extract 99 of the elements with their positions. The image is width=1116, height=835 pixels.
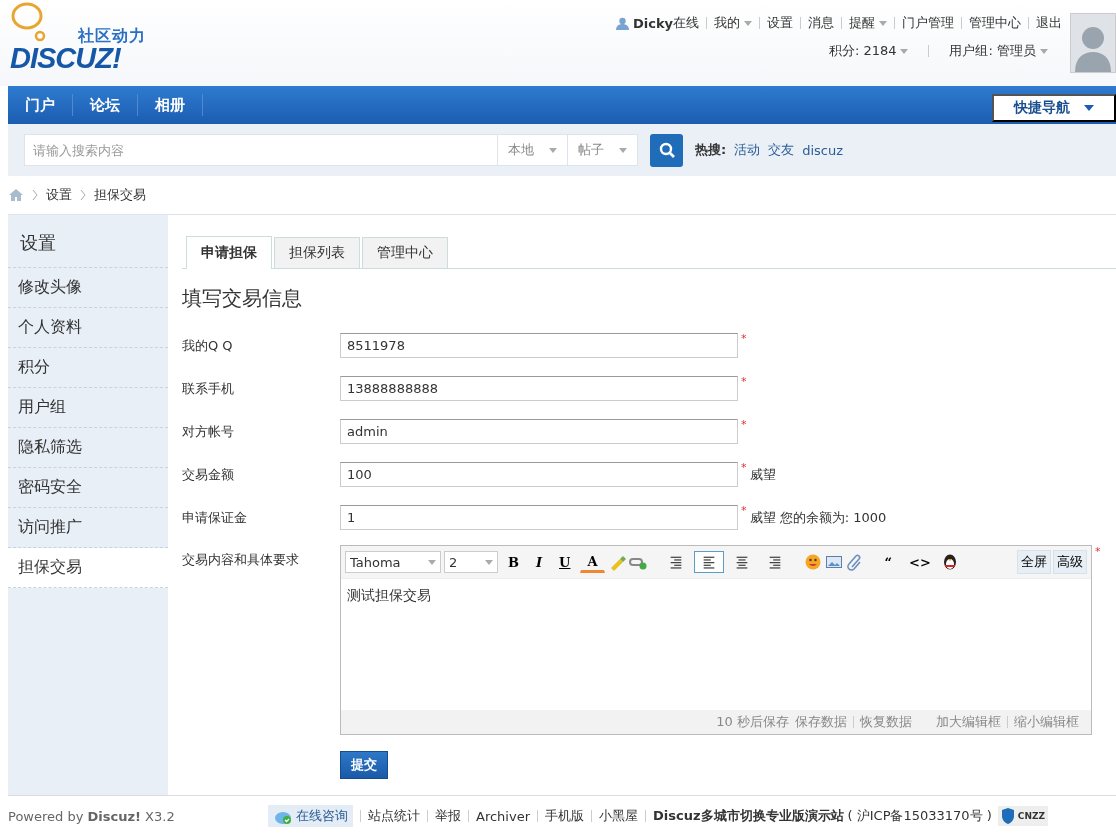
chevron-icon [32, 189, 38, 201]
chevron-icon [80, 189, 86, 201]
input-field[interactable]: admin [340, 419, 738, 444]
input-field[interactable]: 8511978 [340, 333, 738, 358]
user-menu-link[interactable]: 提醒 [849, 14, 887, 32]
tab[interactable]: 管理中心 [362, 237, 448, 268]
required-mark: * [741, 503, 747, 517]
footer-link[interactable]: 手机版 [545, 807, 584, 825]
required-mark: * [741, 460, 747, 474]
editor-mode-button[interactable]: 高级 [1053, 550, 1087, 574]
align-button[interactable] [693, 551, 724, 573]
search-button[interactable] [650, 133, 683, 167]
autosave-text: 10 秒后保存 [716, 713, 789, 731]
shield-icon [1000, 807, 1015, 825]
tab[interactable]: 担保列表 [274, 237, 360, 268]
powered-by-text: Powered by Discuz! X3.2 [8, 808, 176, 824]
submit-button[interactable]: 提交 [340, 751, 388, 779]
sidebar-item[interactable]: 用户组 [8, 388, 168, 428]
caret-icon [549, 147, 557, 153]
field-suffix: 威望 [749, 465, 776, 484]
site-name-link[interactable]: Discuz多城市切换专业版演示站 [653, 807, 844, 825]
scope-dropdown[interactable]: 本地 [498, 134, 568, 166]
format-button[interactable]: U [552, 551, 578, 573]
logo-tagline: 社区动力 [78, 26, 146, 47]
input-field[interactable]: 1 [340, 505, 738, 530]
required-mark: * [1095, 545, 1101, 558]
editor-mode-button[interactable]: 全屏 [1017, 550, 1051, 574]
person-icon [615, 16, 629, 30]
insert-button[interactable]: “ [877, 551, 899, 573]
image-icon [824, 553, 843, 571]
format-button[interactable]: A [580, 551, 605, 573]
user-menu-link[interactable]: 消息 [808, 14, 834, 32]
size-dropdown[interactable]: 2 [444, 551, 498, 573]
footer-link[interactable]: 举报 [435, 807, 461, 825]
field-label: 交易金额 [182, 465, 235, 484]
insert-button[interactable]: <> [902, 551, 938, 573]
home-icon [8, 188, 24, 202]
footer-link[interactable]: Archiver [476, 808, 530, 824]
required-mark: * [741, 331, 747, 345]
footer-link[interactable]: 站点统计 [368, 807, 420, 825]
sidebar-item[interactable]: 担保交易 [8, 548, 168, 588]
tab[interactable]: 申请担保 [186, 236, 272, 269]
user-menu-link[interactable]: 管理中心 [969, 14, 1021, 32]
nav-link[interactable]: 门户 [8, 94, 73, 116]
breadcrumb-link[interactable]: 担保交易 [94, 186, 146, 204]
form-title: 填写交易信息 [182, 285, 303, 312]
caret-icon [1084, 105, 1094, 111]
sidebar-item[interactable]: 积分 [8, 348, 168, 388]
stats-badge[interactable]: CNZZ [997, 806, 1049, 826]
user-stat-link[interactable]: 用户组: 管理员 [949, 42, 1048, 60]
field-label: 交易内容和具体要求 [182, 551, 300, 569]
online-status: 在线 [673, 14, 699, 30]
scope-dropdown[interactable]: 帖子 [568, 134, 638, 166]
caret-icon [619, 147, 627, 153]
quick-nav-button[interactable]: 快捷导航 [992, 94, 1116, 122]
username-link[interactable]: Dicky [632, 15, 673, 31]
user-menu-link[interactable]: 退出 [1036, 14, 1062, 32]
smiley-icon [803, 553, 822, 571]
user-stat-link[interactable]: 积分: 2184 [828, 42, 909, 60]
field-label: 联系手机 [182, 379, 235, 398]
caret-icon [900, 48, 909, 54]
field-suffix: 威望 您的余额为: 1000 [749, 508, 887, 527]
required-mark: * [741, 374, 747, 388]
required-mark: * [741, 417, 747, 431]
caret-icon [1040, 48, 1048, 54]
user-menu-link[interactable]: 我的 [714, 14, 752, 32]
field-label: 申请保证金 [182, 508, 248, 527]
paperclip-icon [845, 553, 864, 571]
breadcrumb-link[interactable]: 设置 [46, 186, 72, 204]
input-field[interactable]: 13888888888 [340, 376, 738, 401]
online-consult-button[interactable]: 在线咨询 [268, 805, 353, 827]
hot-search-link[interactable]: discuz [802, 142, 844, 158]
footer-link[interactable]: 小黑屋 [599, 807, 638, 825]
font-dropdown[interactable]: Tahoma [345, 551, 441, 573]
nav-link[interactable]: 论坛 [73, 94, 138, 116]
hot-search-label: 热搜: [695, 141, 727, 159]
sidebar-item[interactable]: 个人资料 [8, 308, 168, 348]
sidebar-item[interactable]: 密码安全 [8, 468, 168, 508]
hot-search-link[interactable]: 交友 [768, 141, 795, 159]
nav-link[interactable]: 相册 [138, 94, 203, 116]
field-label: 我的Q Q [182, 336, 234, 355]
input-field[interactable]: 100 [340, 462, 738, 487]
editor-text-area[interactable]: 测试担保交易 [341, 579, 1091, 710]
caret-icon [485, 559, 493, 565]
sidebar-title: 设置 [8, 215, 168, 268]
caret-icon [879, 20, 887, 26]
icp-link[interactable]: ( 沪ICP备15033170号 ) [847, 807, 992, 825]
field-label: 对方帐号 [182, 422, 235, 441]
search-icon [658, 142, 675, 158]
hot-search-link[interactable]: 活动 [734, 141, 761, 159]
sidebar-item[interactable]: 隐私筛选 [8, 428, 168, 468]
caret-icon [428, 559, 436, 565]
caret-icon [744, 20, 752, 26]
format-button[interactable]: B [501, 551, 526, 573]
search-field[interactable]: 请输入搜索内容 [24, 134, 498, 166]
sidebar-item[interactable]: 修改头像 [8, 268, 168, 308]
user-menu-link[interactable]: 设置 [767, 14, 793, 32]
format-button[interactable]: I [529, 551, 550, 573]
user-menu-link[interactable]: 门户管理 [902, 14, 954, 32]
